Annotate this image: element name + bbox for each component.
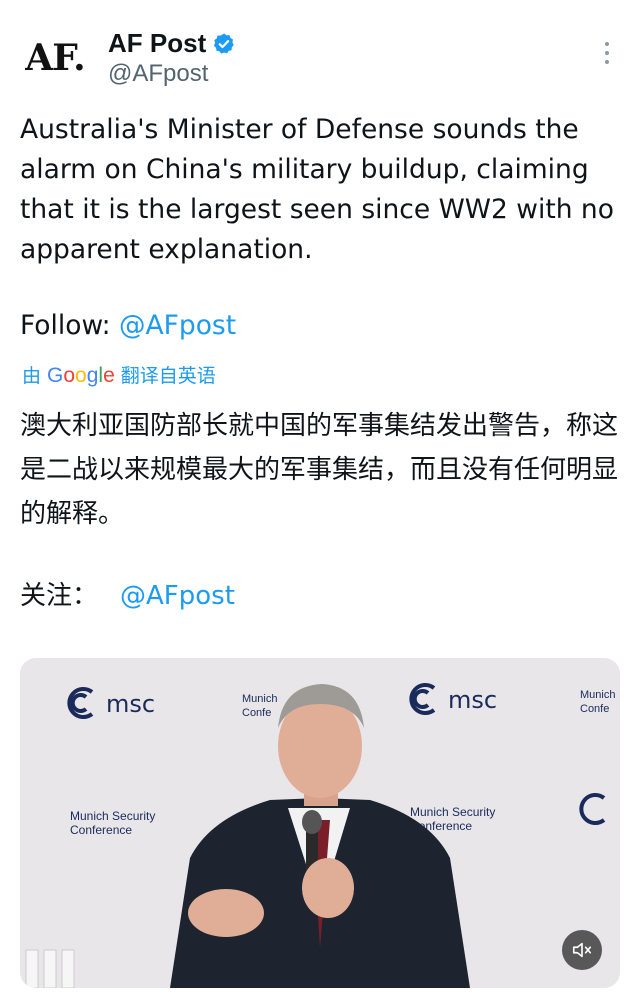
video-frame: msc msc Munich Security Conference Munic… — [20, 658, 620, 988]
svg-text:Confe: Confe — [242, 707, 271, 719]
svg-text:Munich Security: Munich Security — [410, 805, 495, 819]
svg-text:Conference: Conference — [70, 823, 132, 837]
translated-by-prefix: 由 — [22, 365, 42, 387]
translated-by-suffix: 翻译自英语 — [120, 365, 216, 387]
backdrop-logo-text-left: msc — [106, 690, 155, 718]
avatar[interactable]: AF. — [16, 26, 94, 90]
svg-text:Munich Security: Munich Security — [70, 809, 155, 823]
follow-line: Follow: @AFpost — [20, 306, 236, 346]
svg-text:Munich: Munich — [580, 689, 615, 701]
mute-button[interactable] — [562, 930, 602, 970]
translated-text: 澳大利亚国防部长就中国的军事集结发出警告，称这是二战以来规模最大的军事集结，而且… — [20, 411, 619, 529]
backdrop-logo-text-right: msc — [448, 686, 497, 714]
follow-label: Follow: — [20, 310, 120, 341]
svg-text:Confe: Confe — [580, 703, 609, 715]
follow-label-translated: 关注： — [20, 581, 99, 611]
name-row: AF Post — [108, 28, 236, 59]
display-name[interactable]: AF Post — [108, 28, 206, 59]
tweet-header: AF. AF Post @AFpost — [0, 0, 640, 100]
follow-link[interactable]: @AFpost — [119, 310, 236, 341]
google-logo-text: Google — [47, 364, 115, 387]
follow-link-translated[interactable]: @AFpost — [120, 581, 235, 611]
follow-line-translated: 关注： @AFpost — [20, 574, 235, 618]
svg-text:Munich: Munich — [242, 693, 277, 705]
speaker-muted-icon — [572, 942, 592, 958]
translated-by-google[interactable]: 由 Google 翻译自英语 — [22, 362, 216, 390]
account-handle[interactable]: @AFpost — [108, 60, 208, 88]
more-options-icon[interactable] — [596, 38, 618, 68]
tweet-text: Australia's Minister of Defense sounds t… — [20, 114, 623, 265]
video-player[interactable]: msc msc Munich Security Conference Munic… — [20, 658, 620, 988]
verified-badge-icon — [214, 33, 235, 54]
